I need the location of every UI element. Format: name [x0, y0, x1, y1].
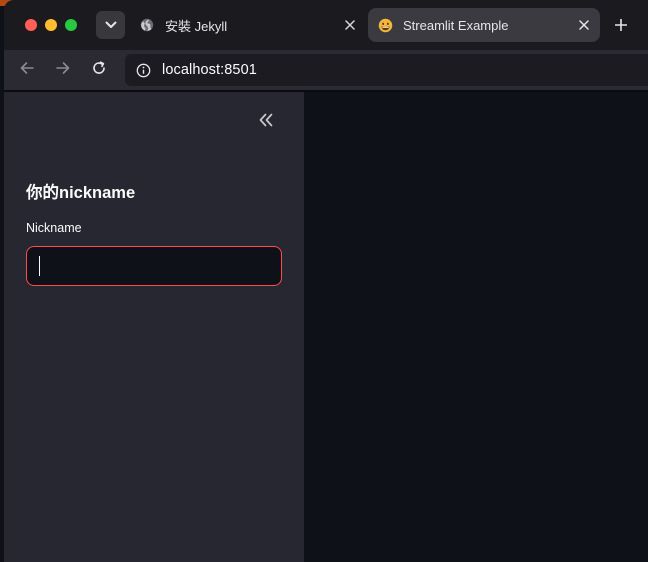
browser-frame: 安裝 Jekyll Streamlit Example localhost:85…	[4, 0, 648, 562]
navigation-toolbar: localhost:8501	[4, 50, 648, 90]
window-close-button[interactable]	[25, 19, 37, 31]
address-text: localhost:8501	[162, 62, 257, 78]
new-tab-button[interactable]	[608, 12, 634, 38]
tab-title: Streamlit Example	[403, 17, 509, 33]
address-bar[interactable]: localhost:8501	[125, 54, 648, 86]
reload-icon	[92, 60, 106, 80]
reload-button[interactable]	[86, 57, 112, 83]
window-zoom-button[interactable]	[65, 19, 77, 31]
nickname-label: Nickname	[26, 221, 82, 235]
list-all-tabs-button[interactable]	[96, 11, 125, 39]
close-icon[interactable]	[574, 15, 594, 35]
arrow-right-icon	[56, 61, 70, 80]
arrow-left-icon	[20, 61, 34, 80]
double-chevron-left-icon	[258, 113, 274, 132]
plus-icon	[614, 14, 628, 37]
collapse-sidebar-button[interactable]	[254, 112, 278, 132]
site-info-icon[interactable]	[135, 62, 151, 78]
grinning-face-icon	[377, 17, 393, 33]
tab-title: 安裝 Jekyll	[165, 18, 228, 34]
app-sidebar: 你的nickname Nickname	[4, 92, 304, 562]
nickname-input[interactable]	[26, 246, 282, 286]
close-icon[interactable]	[340, 15, 360, 35]
forward-button[interactable]	[50, 57, 76, 83]
globe-icon	[139, 17, 155, 33]
tab-install-jekyll[interactable]: 安裝 Jekyll	[130, 8, 366, 42]
window-minimize-button[interactable]	[45, 19, 57, 31]
sidebar-heading: 你的nickname	[26, 184, 136, 202]
browser-window: 安裝 Jekyll Streamlit Example localhost:85…	[0, 0, 648, 562]
chevron-down-icon	[105, 16, 117, 34]
back-button[interactable]	[14, 57, 40, 83]
tab-streamlit-example[interactable]: Streamlit Example	[368, 8, 600, 42]
tab-bar: 安裝 Jekyll Streamlit Example	[4, 0, 648, 50]
text-cursor	[39, 256, 40, 276]
main-content	[304, 92, 648, 562]
